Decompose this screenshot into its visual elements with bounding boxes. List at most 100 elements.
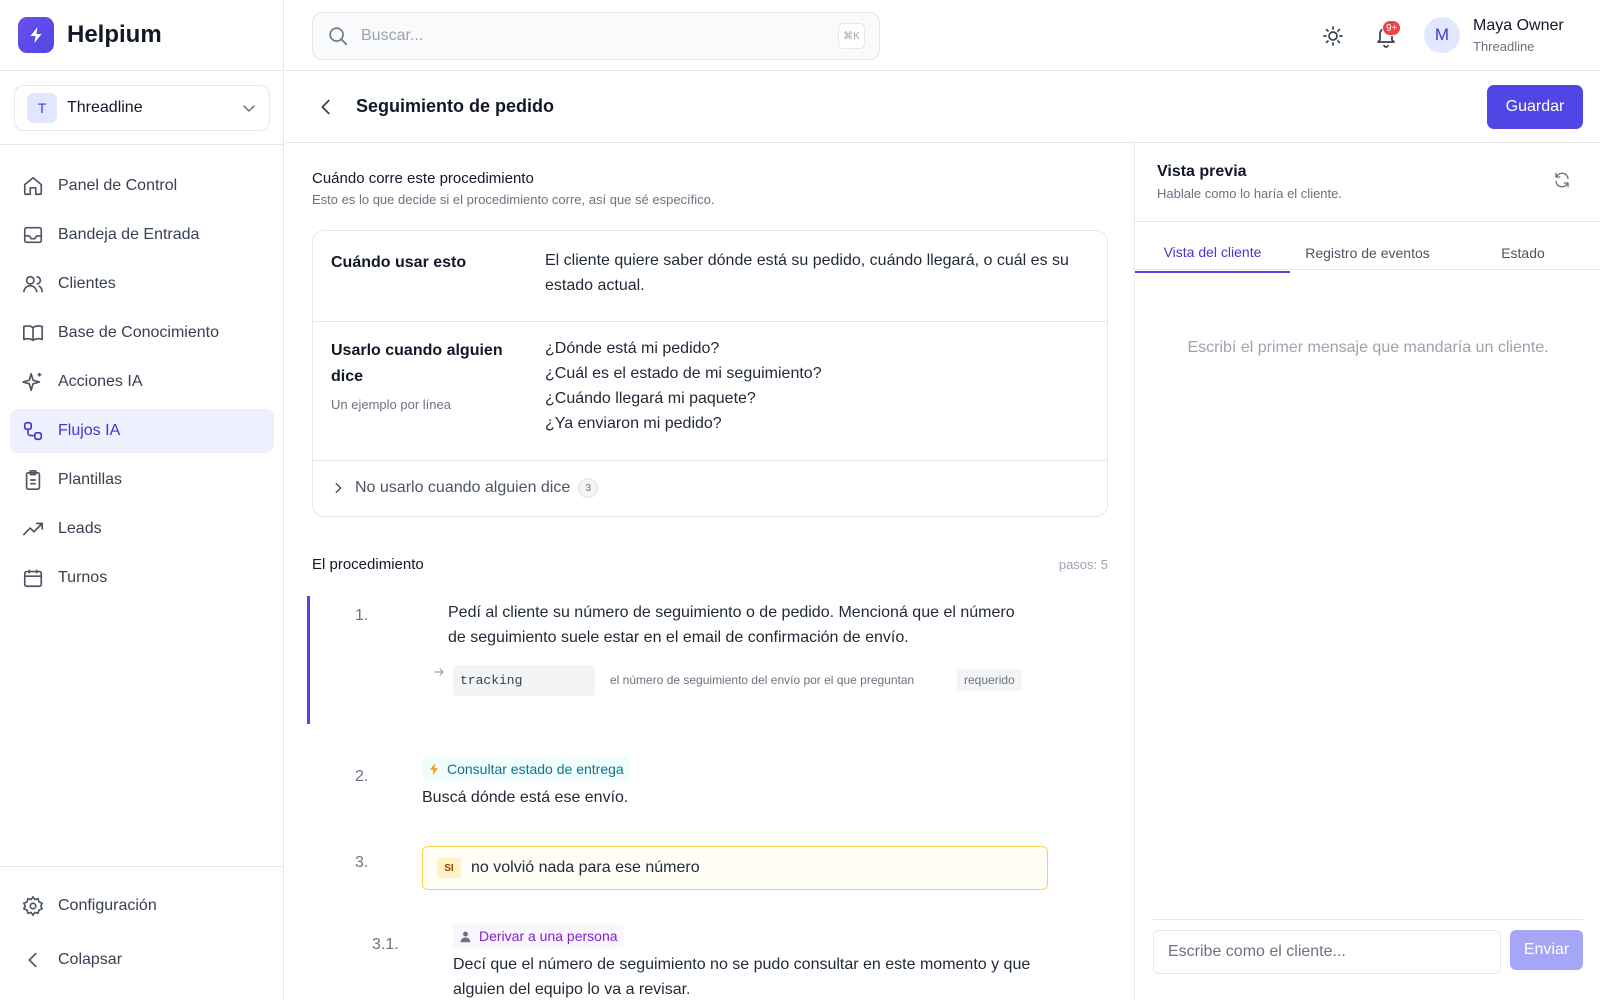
step-number: 3.1. — [372, 936, 399, 953]
page-header: Seguimiento de pedido Guardar — [285, 72, 1600, 143]
top-bar: Buscar... ⌘K — [285, 0, 1600, 71]
app-logo[interactable]: Helpium — [18, 17, 162, 53]
refresh-icon[interactable] — [1553, 171, 1571, 189]
procedure-editor: Cuándo corre este procedimiento Esto es … — [285, 143, 1134, 1000]
divider — [313, 321, 1107, 322]
bolt-icon — [428, 762, 440, 776]
chevron-down-icon — [241, 100, 257, 116]
preview-panel: Vista previa Hablale como lo haría el cl… — [1134, 143, 1600, 1000]
chat-input[interactable]: Escribe como el cliente... — [1153, 930, 1501, 974]
nav-item-label: Flujos IA — [58, 422, 121, 439]
gear-icon — [22, 895, 44, 917]
home-icon — [22, 175, 44, 197]
step-number: 3. — [355, 854, 369, 871]
divider — [0, 144, 284, 145]
workspace-name: Threadline — [67, 99, 143, 116]
nav-item-plantillas[interactable]: Plantillas — [10, 458, 274, 502]
chevron-right-icon — [331, 481, 345, 495]
tab-vista-del-cliente[interactable]: Vista del cliente — [1135, 236, 1290, 273]
nav-item-turnos[interactable]: Turnos — [10, 556, 274, 600]
book-icon — [22, 322, 44, 344]
action-tag[interactable]: Derivar a una persona — [453, 924, 624, 948]
collapse-label: Colapsar — [58, 951, 123, 968]
step-1-text[interactable]: Pedí al cliente su número de seguimiento… — [448, 600, 1015, 650]
nav-item-clientes[interactable]: Clientes — [10, 262, 274, 306]
divider — [0, 70, 284, 71]
step-number: 1. — [355, 607, 369, 624]
sidebar: Helpium T Threadline Panel de Control Ba… — [0, 0, 284, 1000]
page-title: Seguimiento de pedido — [356, 96, 555, 116]
variable-description[interactable]: el número de seguimiento del envío por e… — [610, 673, 914, 687]
divider — [1153, 919, 1583, 920]
says-label: Usarlo cuando alguien — [331, 342, 503, 359]
step-text-line: Decí que el número de seguimiento no se … — [453, 956, 1031, 973]
nav-item-base-de-conocimiento[interactable]: Base de Conocimiento — [10, 311, 274, 355]
condition-text: no volvió nada para ese número — [471, 859, 700, 876]
calendar-icon — [22, 567, 44, 589]
nav-item-flujos-ia[interactable]: Flujos IA — [10, 409, 274, 453]
says-label-cont: dice — [331, 368, 364, 385]
collapse-button[interactable]: Colapsar — [10, 938, 274, 982]
workspace-switcher[interactable]: T Threadline — [14, 85, 270, 131]
step-text-line: alguien del equipo lo va a revisar. — [453, 981, 691, 998]
users-icon — [22, 273, 44, 295]
step-3-1-text[interactable]: Decí que el número de seguimiento no se … — [453, 952, 1030, 1000]
not-when-toggle[interactable]: No usarlo cuando alguien dice 3 — [331, 473, 599, 503]
sun-icon[interactable] — [1321, 24, 1345, 48]
nav-item-label: Turnos — [58, 569, 108, 586]
nav-item-panel-de-control[interactable]: Panel de Control — [10, 164, 274, 208]
steps-count: pasos: 5 — [1058, 557, 1108, 572]
tab-estado[interactable]: Estado — [1445, 236, 1600, 273]
when-label: Cuándo usar esto — [331, 254, 467, 271]
example-line: ¿Dónde está mi pedido? — [545, 340, 720, 357]
user-name[interactable]: Maya Owner — [1473, 17, 1564, 35]
notification-badge: 9+ — [1382, 20, 1402, 36]
nav-item-label: Acciones IA — [58, 373, 143, 390]
search-input[interactable]: Buscar... ⌘K — [312, 12, 880, 60]
search-icon — [327, 25, 349, 47]
example-line: ¿Cuándo llegará mi paquete? — [545, 390, 756, 407]
trigger-section-title: Cuándo corre este procedimiento — [312, 170, 534, 187]
save-button[interactable]: Guardar — [1487, 85, 1583, 129]
nav-item-acciones-ia[interactable]: Acciones IA — [10, 360, 274, 404]
inbox-icon — [22, 224, 44, 246]
sparkle-icon — [22, 371, 44, 393]
back-button[interactable] — [315, 96, 337, 118]
selected-step-indicator — [307, 596, 310, 724]
preview-subtitle: Hablale como lo haría el cliente. — [1157, 186, 1342, 201]
action-tag[interactable]: Consultar estado de entrega — [422, 757, 630, 781]
example-line: ¿Cuál es el estado de mi seguimiento? — [545, 365, 822, 382]
search-shortcut: ⌘K — [838, 23, 865, 49]
nav-item-bandeja-de-entrada[interactable]: Bandeja de Entrada — [10, 213, 274, 257]
bolt-icon — [18, 17, 54, 53]
settings-label: Configuración — [58, 897, 157, 914]
nav-item-leads[interactable]: Leads — [10, 507, 274, 551]
trending-up-icon — [22, 518, 44, 540]
action-tag-label: Derivar a una persona — [479, 928, 618, 944]
empty-state-text: Escribí el primer mensaje que mandaría u… — [1187, 339, 1549, 356]
condition-box[interactable]: SI no volvió nada para ese número — [422, 846, 1048, 890]
send-button[interactable]: Enviar — [1510, 930, 1583, 970]
settings-button[interactable]: Configuración — [10, 884, 274, 928]
says-hint: Un ejemplo por línea — [331, 397, 451, 412]
preview-title: Vista previa — [1157, 163, 1247, 180]
step-number: 2. — [355, 768, 369, 785]
nav-item-label: Leads — [58, 520, 102, 537]
person-icon — [459, 930, 472, 943]
nav-item-label: Bandeja de Entrada — [58, 226, 200, 243]
nav-item-label: Clientes — [58, 275, 116, 292]
variable-name-input[interactable]: tracking — [453, 665, 595, 696]
step-text-line: Pedí al cliente su número de seguimiento… — [448, 604, 1015, 621]
not-when-count: 3 — [578, 478, 599, 498]
step-text-line: de seguimiento suele estar en el email d… — [448, 629, 909, 646]
trigger-section-subtitle: Esto es lo que decide si el procedimient… — [312, 192, 715, 207]
nav-item-label: Base de Conocimiento — [58, 324, 219, 341]
trigger-card: Cuándo usar esto El cliente quiere saber… — [312, 230, 1108, 517]
examples-field[interactable]: ¿Dónde está mi pedido? ¿Cuál es el estad… — [545, 336, 1085, 436]
when-value-field[interactable]: El cliente quiere saber dónde está su pe… — [545, 248, 1085, 298]
avatar[interactable]: M — [1424, 17, 1460, 53]
user-org: Threadline — [1473, 39, 1535, 54]
tab-registro-de-eventos[interactable]: Registro de eventos — [1290, 236, 1445, 273]
step-2-text[interactable]: Buscá dónde está ese envío. — [422, 785, 628, 810]
required-badge[interactable]: requerido — [957, 669, 1022, 691]
